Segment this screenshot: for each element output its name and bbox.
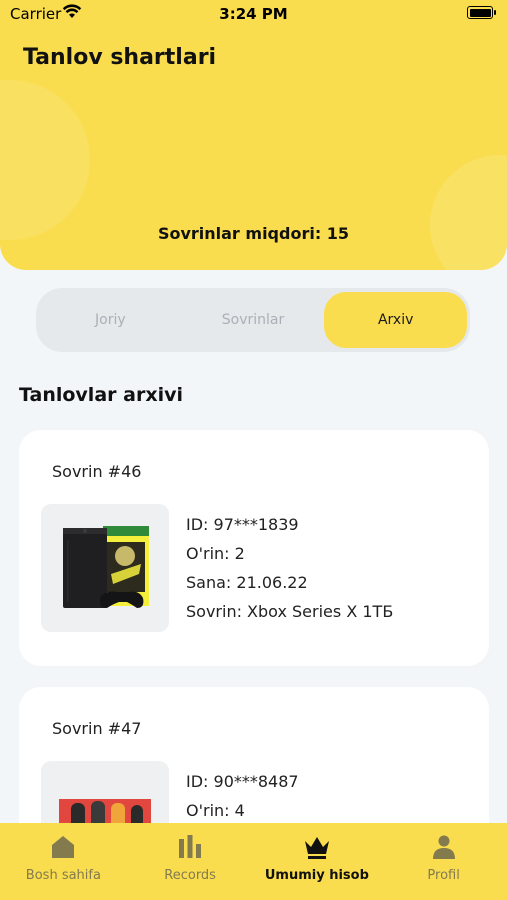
archive-card[interactable]: Sovrin #46 ID: 97***1839 O'rin: 2 Sana: …: [19, 430, 489, 666]
prize-details: ID: 90***8487 O'rin: 4: [186, 767, 299, 825]
battery-icon: [467, 6, 496, 19]
segmented-tabs: Joriy Sovrinlar Arxiv: [36, 288, 470, 352]
prize-date: Sana: 21.06.22: [186, 573, 308, 592]
winner-id: ID: 90***8487: [186, 772, 299, 791]
status-bar: Carrier 3:24 PM: [0, 0, 507, 30]
card-title: Sovrin #46: [52, 462, 142, 481]
bottom-navigation: Bosh sahifa Records Umumiy hisob Profil: [0, 823, 507, 900]
nav-item-records[interactable]: Records: [127, 823, 254, 900]
tab-prizes[interactable]: Sovrinlar: [182, 292, 325, 348]
crown-icon: [304, 837, 329, 859]
winner-id: ID: 97***1839: [186, 515, 299, 534]
page-title: Tanlov shartlari: [23, 45, 217, 70]
prize-image: [41, 504, 169, 632]
card-title: Sovrin #47: [52, 719, 142, 738]
tab-current[interactable]: Joriy: [39, 292, 182, 348]
section-title: Tanlovlar arxivi: [19, 384, 183, 406]
clock: 3:24 PM: [219, 5, 288, 23]
home-icon: [52, 836, 75, 858]
prize-count: Sovrinlar miqdori: 15: [157, 224, 350, 243]
nav-label: Records: [164, 868, 216, 883]
nav-label: Profil: [427, 868, 460, 883]
prize-details: ID: 97***1839 O'rin: 2 Sana: 21.06.22 So…: [186, 510, 393, 626]
header-decoration-circle: [0, 80, 90, 240]
winner-place: O'rin: 4: [186, 801, 245, 820]
prize-name: Sovrin: Xbox Series X 1ТБ: [186, 602, 394, 621]
nav-item-overall[interactable]: Umumiy hisob: [254, 823, 381, 900]
header: Carrier 3:24 PM Tanlov shartlari Sovrinl…: [0, 0, 507, 270]
nav-item-profile[interactable]: Profil: [380, 823, 507, 900]
nav-label: Bosh sahifa: [25, 868, 101, 883]
nav-label: Umumiy hisob: [264, 868, 369, 883]
person-icon: [432, 835, 455, 859]
bar-chart-icon: [179, 835, 202, 858]
winner-place: O'rin: 2: [186, 544, 245, 563]
header-decoration-circle: [430, 155, 507, 270]
tab-archive[interactable]: Arxiv: [324, 292, 468, 348]
nav-item-home[interactable]: Bosh sahifa: [0, 823, 127, 900]
